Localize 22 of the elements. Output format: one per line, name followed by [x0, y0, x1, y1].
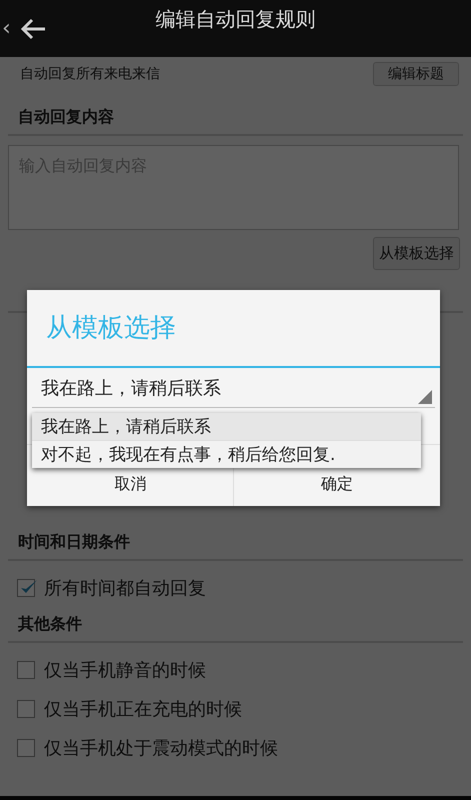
- option-label: 所有时间都自动回复: [44, 577, 206, 600]
- chevron-icon[interactable]: ‹: [2, 16, 11, 41]
- template-dropdown[interactable]: 我在路上，请稍后联系: [32, 368, 435, 408]
- cancel-button[interactable]: 取消: [27, 468, 234, 506]
- section-header: 时间和日期条件: [8, 516, 463, 561]
- dropdown-item[interactable]: 对不起，我现在有点事，稍后给您回复.: [32, 440, 421, 468]
- checkbox[interactable]: [17, 738, 35, 757]
- option-label: 仅当手机正在充电的时候: [44, 698, 242, 721]
- option-label: 仅当手机静音的时候: [44, 659, 206, 682]
- dialog-title: 从模板选择: [46, 315, 176, 341]
- checkbox[interactable]: [17, 579, 35, 598]
- confirm-button[interactable]: 确定: [234, 468, 440, 506]
- checkbox[interactable]: [17, 700, 35, 718]
- screen-title: 编辑自动回复规则: [156, 7, 316, 31]
- checkbox[interactable]: [17, 661, 35, 680]
- dropdown-corner-icon: [418, 390, 432, 404]
- dropdown-item[interactable]: 我在路上，请稍后联系: [32, 413, 421, 440]
- section-header: 自动回复内容: [8, 90, 463, 136]
- rule-title: 自动回复所有来电来信: [20, 64, 160, 82]
- option-label: 仅当手机处于震动模式的时候: [44, 736, 278, 760]
- section-header: 其他条件: [8, 608, 463, 643]
- back-arrow-icon[interactable]: [18, 18, 47, 40]
